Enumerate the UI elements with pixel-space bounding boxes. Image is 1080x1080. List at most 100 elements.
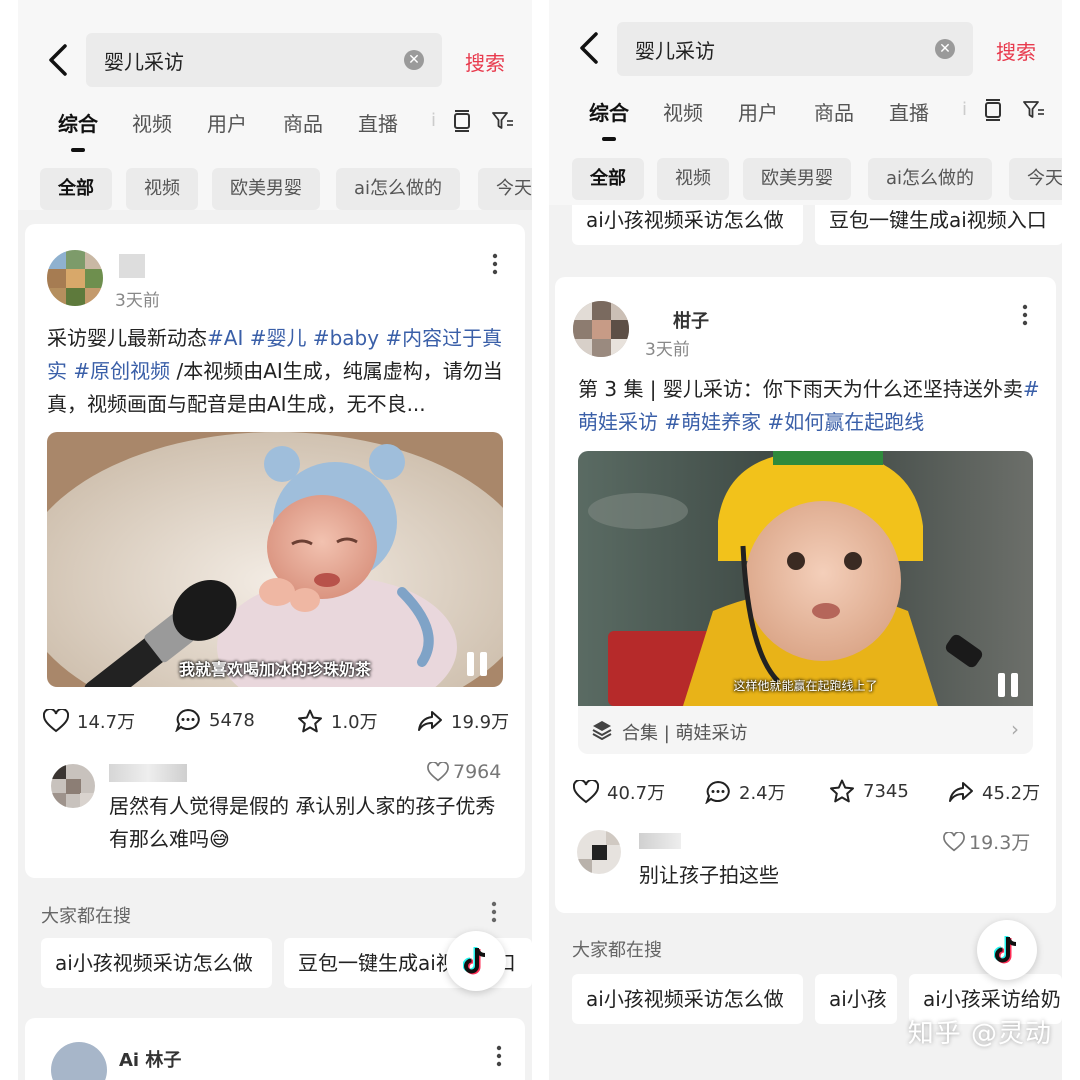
pause-icon[interactable] xyxy=(467,652,489,676)
favorite-stat[interactable]: 7345 xyxy=(829,779,909,803)
more-icon[interactable] xyxy=(482,900,506,924)
chip-video[interactable]: 视频 xyxy=(657,158,729,200)
chip-all[interactable]: 全部 xyxy=(40,168,112,210)
avatar[interactable] xyxy=(47,250,103,306)
chevron-right-icon: › xyxy=(1011,717,1019,741)
active-tab-indicator xyxy=(71,148,85,152)
share-arrow-icon xyxy=(418,711,442,731)
post-time: 3天前 xyxy=(645,340,690,360)
layout-toggle-icon[interactable] xyxy=(447,106,477,136)
comment-avatar[interactable] xyxy=(51,764,95,808)
comment-stat[interactable]: 2.4万 xyxy=(705,779,786,805)
filter-icon[interactable] xyxy=(1019,95,1049,125)
more-icon[interactable] xyxy=(483,252,507,276)
post-description[interactable]: 第 3 集 | 婴儿采访：你下雨天为什么还坚持送外卖#萌娃采访 #萌娃养家 #如… xyxy=(578,373,1040,439)
username-blurred xyxy=(119,254,145,278)
tiktok-icon[interactable] xyxy=(446,931,506,991)
tab-comprehensive[interactable]: 综合 xyxy=(58,108,98,137)
baby-video-frame xyxy=(47,432,503,687)
clear-icon[interactable]: ✕ xyxy=(404,50,424,70)
like-stat[interactable]: 14.7万 xyxy=(43,708,135,734)
video-post-card[interactable]: 3天前 采访婴儿最新动态#AI #婴儿 #baby #内容过于真实 #原创视频 … xyxy=(25,224,525,878)
filter-chips: 全部 视频 欧美男婴 ai怎么做的 今天 xyxy=(18,168,532,212)
share-stat[interactable]: 19.9万 xyxy=(417,708,509,734)
comment-bubble-icon xyxy=(175,708,200,732)
chip-video[interactable]: 视频 xyxy=(126,168,198,210)
favorite-stat[interactable]: 1.0万 xyxy=(297,708,378,734)
search-button[interactable]: 搜索 xyxy=(465,47,505,76)
comment-text: 别让孩子拍这些 xyxy=(639,863,779,887)
active-tab-indicator xyxy=(602,137,616,141)
favorite-count: 7345 xyxy=(863,780,909,802)
post-username[interactable]: Ai 林子 xyxy=(119,1046,181,1072)
tab-live[interactable]: 直播 xyxy=(889,97,929,126)
chip-ai-how[interactable]: ai怎么做的 xyxy=(868,158,993,200)
search-header: 婴儿采访 ✕ 搜索 综合 视频 用户 商品 直播 i 全部 视频 欧美男婴 ai… xyxy=(18,0,532,210)
search-input[interactable]: 婴儿采访 ✕ xyxy=(86,33,442,87)
favorite-count: 1.0万 xyxy=(331,712,378,733)
comment-count: 2.4万 xyxy=(739,783,786,804)
clear-icon[interactable]: ✕ xyxy=(935,39,955,59)
post-stats: 40.7万 2.4万 7345 45.2万 xyxy=(555,779,1056,813)
related-search-item[interactable]: 豆包一键生成ai视频入口 xyxy=(815,205,1062,245)
tab-live[interactable]: 直播 xyxy=(358,108,398,137)
next-post-card[interactable]: Ai 林子 xyxy=(25,1018,525,1080)
more-icon[interactable] xyxy=(1013,303,1037,327)
avatar[interactable] xyxy=(51,1042,107,1080)
comment-avatar[interactable] xyxy=(577,830,621,874)
video-player[interactable]: 这样他就能赢在起跑线上了 xyxy=(578,451,1033,706)
related-search-item[interactable]: ai小孩视频采访怎么做 xyxy=(572,974,803,1024)
zhihu-watermark: 知乎 @灵动 xyxy=(907,1019,1052,1049)
back-arrow-icon[interactable] xyxy=(38,40,78,80)
tab-comprehensive[interactable]: 综合 xyxy=(589,97,629,126)
collection-bar[interactable]: 合集 | 萌娃采访 › xyxy=(578,706,1033,754)
related-search-item[interactable]: ai小孩视频采访怎么做 xyxy=(41,938,272,988)
comment-count: 5478 xyxy=(209,709,255,731)
comment-stat[interactable]: 5478 xyxy=(175,708,255,732)
post-description[interactable]: 采访婴儿最新动态#AI #婴儿 #baby #内容过于真实 #原创视频 /本视频… xyxy=(47,322,507,421)
video-player[interactable]: 我就喜欢喝加冰的珍珠奶茶 xyxy=(47,432,503,687)
video-subtitle: 我就喜欢喝加冰的珍珠奶茶 xyxy=(178,660,371,679)
like-stat[interactable]: 40.7万 xyxy=(573,779,665,805)
like-count: 40.7万 xyxy=(607,783,666,804)
tab-user[interactable]: 用户 xyxy=(738,97,778,126)
more-icon[interactable] xyxy=(487,1044,511,1068)
filter-icon[interactable] xyxy=(488,106,518,136)
search-query: 婴儿采访 xyxy=(635,39,715,63)
search-query: 婴儿采访 xyxy=(104,50,184,74)
chip-ai-how[interactable]: ai怎么做的 xyxy=(336,168,461,210)
star-icon xyxy=(830,779,854,803)
chip-western-boy[interactable]: 欧美男婴 xyxy=(212,168,320,210)
chip-today[interactable]: 今天 xyxy=(1009,158,1062,200)
tab-goods[interactable]: 商品 xyxy=(283,108,323,137)
heart-icon xyxy=(573,780,599,804)
chip-western-boy[interactable]: 欧美男婴 xyxy=(743,158,851,200)
pause-icon[interactable] xyxy=(998,673,1020,697)
chip-today[interactable]: 今天 xyxy=(478,168,532,210)
layout-toggle-icon[interactable] xyxy=(978,95,1008,125)
layers-icon xyxy=(592,721,612,740)
tab-video[interactable]: 视频 xyxy=(663,97,703,126)
video-post-card[interactable]: 柑子 3天前 第 3 集 | 婴儿采访：你下雨天为什么还坚持送外卖#萌娃采访 #… xyxy=(555,277,1056,913)
search-button[interactable]: 搜索 xyxy=(996,36,1036,65)
share-stat[interactable]: 45.2万 xyxy=(948,779,1040,805)
heart-icon xyxy=(43,709,69,733)
heart-icon xyxy=(943,831,965,851)
search-input[interactable]: 婴儿采访 ✕ xyxy=(617,22,973,76)
back-arrow-icon[interactable] xyxy=(569,28,609,68)
related-searches-title: 大家都在搜 xyxy=(572,940,662,961)
avatar[interactable] xyxy=(573,301,629,357)
post-username[interactable]: 柑子 xyxy=(673,307,709,333)
tab-video[interactable]: 视频 xyxy=(132,108,172,137)
tiktok-icon[interactable] xyxy=(977,920,1037,980)
comment-like[interactable]: 19.3万 xyxy=(943,828,1030,855)
comment-like[interactable]: 7964 xyxy=(427,761,501,783)
related-search-item[interactable]: ai小孩视频采访怎么做 xyxy=(572,205,803,245)
related-search-item[interactable]: ai小孩 xyxy=(815,974,897,1024)
comment-bubble-icon xyxy=(705,780,730,804)
tab-goods[interactable]: 商品 xyxy=(814,97,854,126)
comment-username-blurred xyxy=(109,764,187,782)
tab-user[interactable]: 用户 xyxy=(207,108,247,137)
chip-all[interactable]: 全部 xyxy=(572,158,644,200)
post-stats: 14.7万 5478 1.0万 19.9万 xyxy=(25,708,525,742)
